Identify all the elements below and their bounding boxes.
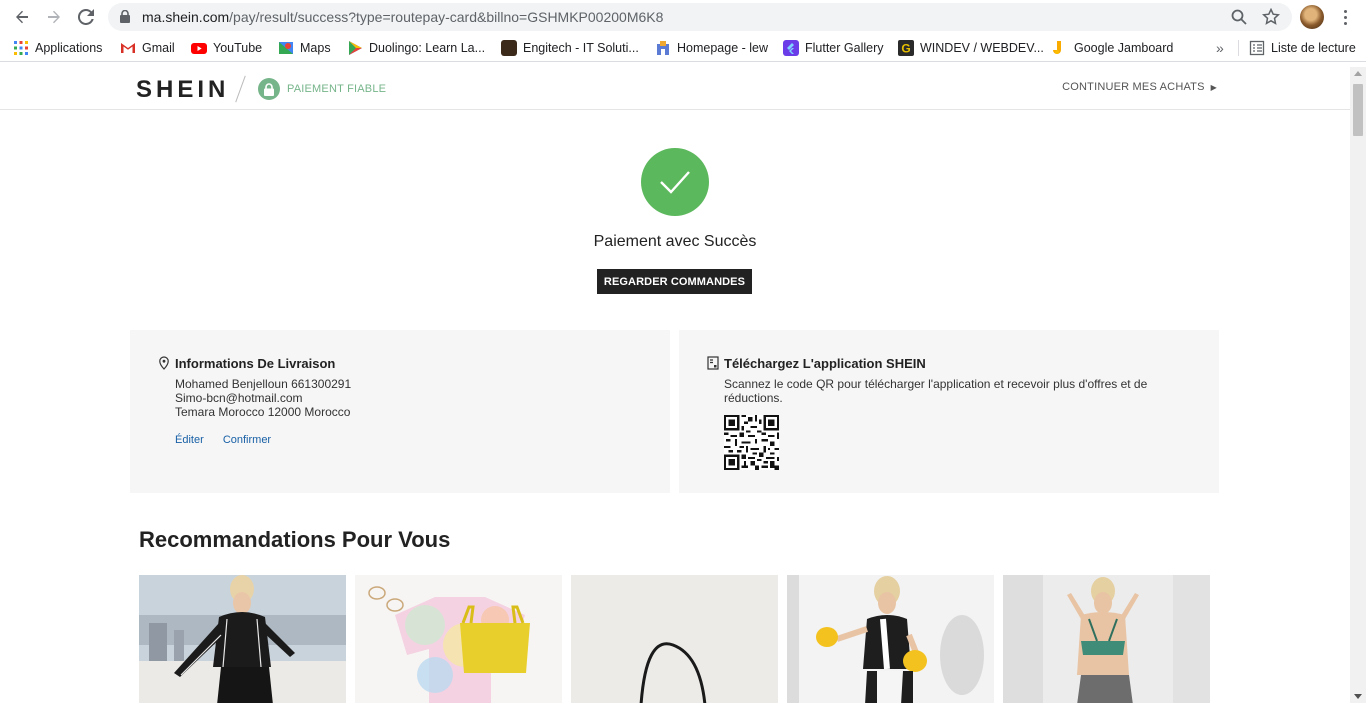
lock-icon: [120, 10, 130, 23]
page-scrollbar[interactable]: [1350, 67, 1366, 703]
mobile-app-icon: [707, 356, 719, 370]
bookmark-homepage[interactable]: Homepage - lew: [655, 39, 768, 57]
product-card[interactable]: [787, 575, 994, 703]
delivery-info-title: Informations De Livraison: [175, 356, 336, 371]
continue-shopping-label: CONTINUER MES ACHATS: [1062, 81, 1205, 93]
bookmark-label: Applications: [35, 41, 103, 55]
bookmark-gmail[interactable]: Gmail: [120, 39, 175, 57]
bookmark-duolingo[interactable]: Duolingo: Learn La...: [347, 39, 485, 57]
gmail-icon: [121, 43, 135, 53]
apps-grid-icon: [14, 41, 28, 55]
recommendations-title: Recommandations Pour Vous: [139, 527, 451, 552]
bookmark-label: Flutter Gallery: [805, 41, 884, 55]
maps-icon: [279, 42, 293, 54]
bookmark-windev[interactable]: G WINDEV / WEBDEV...: [898, 39, 1044, 57]
page-content: SHEIN PAIEMENT FIABLE CONTINUER MES ACHA…: [0, 67, 1350, 703]
edit-link[interactable]: Éditer: [175, 434, 204, 446]
app-download-panel: Téléchargez L'application SHEIN Scannez …: [679, 330, 1219, 493]
app-download-title: Téléchargez L'application SHEIN: [724, 356, 926, 371]
recipient-email: Simo-bcn@hotmail.com: [175, 391, 303, 405]
star-icon[interactable]: [1262, 8, 1280, 26]
scroll-thumb[interactable]: [1353, 84, 1363, 136]
windev-icon: G: [898, 40, 914, 56]
secure-payment-label: PAIEMENT FIABLE: [287, 83, 387, 95]
product-card[interactable]: [571, 575, 778, 703]
reading-list-label: Liste de lecture: [1271, 41, 1356, 55]
jamboard-icon: [1053, 41, 1061, 54]
play-store-icon: [349, 41, 362, 55]
scroll-up-arrow-icon[interactable]: [1354, 71, 1362, 76]
bookmark-label: Gmail: [142, 41, 175, 55]
success-check-icon: [641, 148, 709, 216]
homepage-icon: [657, 41, 669, 55]
bookmark-label: Duolingo: Learn La...: [369, 41, 486, 55]
youtube-icon: [191, 43, 207, 54]
profile-avatar[interactable]: [1300, 5, 1324, 29]
site-header: SHEIN PAIEMENT FIABLE CONTINUER MES ACHA…: [0, 67, 1350, 110]
bookmarks-overflow-button[interactable]: »: [1216, 39, 1224, 57]
bookmark-label: WINDEV / WEBDEV...: [920, 41, 1044, 55]
browser-toolbar: ma.shein.com/pay/result/success?type=rou…: [0, 0, 1366, 34]
reload-icon[interactable]: [74, 5, 98, 29]
bookmark-jamboard[interactable]: Google Jamboard: [1052, 39, 1173, 57]
success-title: Paiement avec Succès: [593, 233, 757, 250]
product-image-tie-dye-top: [355, 575, 562, 703]
product-image-black-sportswear: [139, 575, 346, 703]
address-bar[interactable]: ma.shein.com/pay/result/success?type=rou…: [108, 3, 1292, 31]
reading-list-button[interactable]: Liste de lecture: [1249, 39, 1356, 57]
bookmark-label: Engitech - IT Soluti...: [523, 41, 639, 55]
forward-arrow-icon[interactable]: [42, 5, 66, 29]
bookmark-label: Homepage - lew: [677, 41, 769, 55]
browser-menu-icon[interactable]: [1338, 5, 1352, 29]
bookmark-engitech[interactable]: Engitech - IT Soluti...: [501, 39, 639, 57]
view-orders-button[interactable]: REGARDER COMMANDES: [597, 269, 752, 294]
bookmark-label: YouTube: [213, 41, 263, 55]
flutter-icon: [783, 40, 799, 56]
reading-list-icon: [1249, 40, 1265, 56]
bookmarks-bar: Applications Gmail YouTube Maps Duolingo…: [0, 34, 1366, 62]
recipient-name-phone: Mohamed Benjelloun 661300291: [175, 377, 352, 391]
product-image-black-bag: [571, 575, 778, 703]
back-arrow-icon[interactable]: [10, 5, 34, 29]
delivery-address: Mohamed Benjelloun 661300291 Simo-bcn@ho…: [175, 377, 351, 419]
product-card[interactable]: [355, 575, 562, 703]
bookmark-youtube[interactable]: YouTube: [191, 39, 262, 57]
bookmark-maps[interactable]: Maps: [278, 39, 331, 57]
bookmark-applications[interactable]: Applications: [13, 39, 102, 57]
app-download-description: Scannez le code QR pour télécharger l'ap…: [724, 377, 1148, 405]
shein-logo[interactable]: SHEIN: [136, 76, 229, 104]
continue-shopping-link[interactable]: CONTINUER MES ACHATS ▶: [1062, 81, 1217, 93]
padlock-icon: [258, 78, 280, 100]
confirm-link[interactable]: Confirmer: [223, 434, 271, 446]
svg-text:G: G: [901, 42, 910, 56]
scroll-down-arrow-icon[interactable]: [1354, 694, 1362, 699]
url-text: ma.shein.com/pay/result/success?type=rou…: [142, 9, 664, 25]
bookmark-label: Maps: [300, 41, 331, 55]
delivery-actions: Éditer Confirmer: [175, 434, 287, 446]
qr-code: [724, 415, 779, 470]
location-pin-icon: [159, 356, 169, 370]
product-image-green-sports-bra: [1003, 575, 1210, 703]
bookmark-label: Google Jamboard: [1074, 41, 1174, 55]
logo-divider: [235, 75, 246, 103]
zoom-icon[interactable]: [1230, 8, 1248, 26]
bookmarks-divider: [1238, 40, 1239, 56]
bookmark-flutter-gallery[interactable]: Flutter Gallery: [783, 39, 884, 57]
engitech-icon: [501, 40, 517, 56]
recipient-address: Temara Morocco 12000 Morocco: [175, 405, 351, 419]
caret-right-icon: ▶: [1210, 83, 1217, 92]
delivery-info-panel: Informations De Livraison Mohamed Benjel…: [130, 330, 670, 493]
product-image-boxing-set: [787, 575, 994, 703]
product-card[interactable]: [139, 575, 346, 703]
product-card[interactable]: [1003, 575, 1210, 703]
